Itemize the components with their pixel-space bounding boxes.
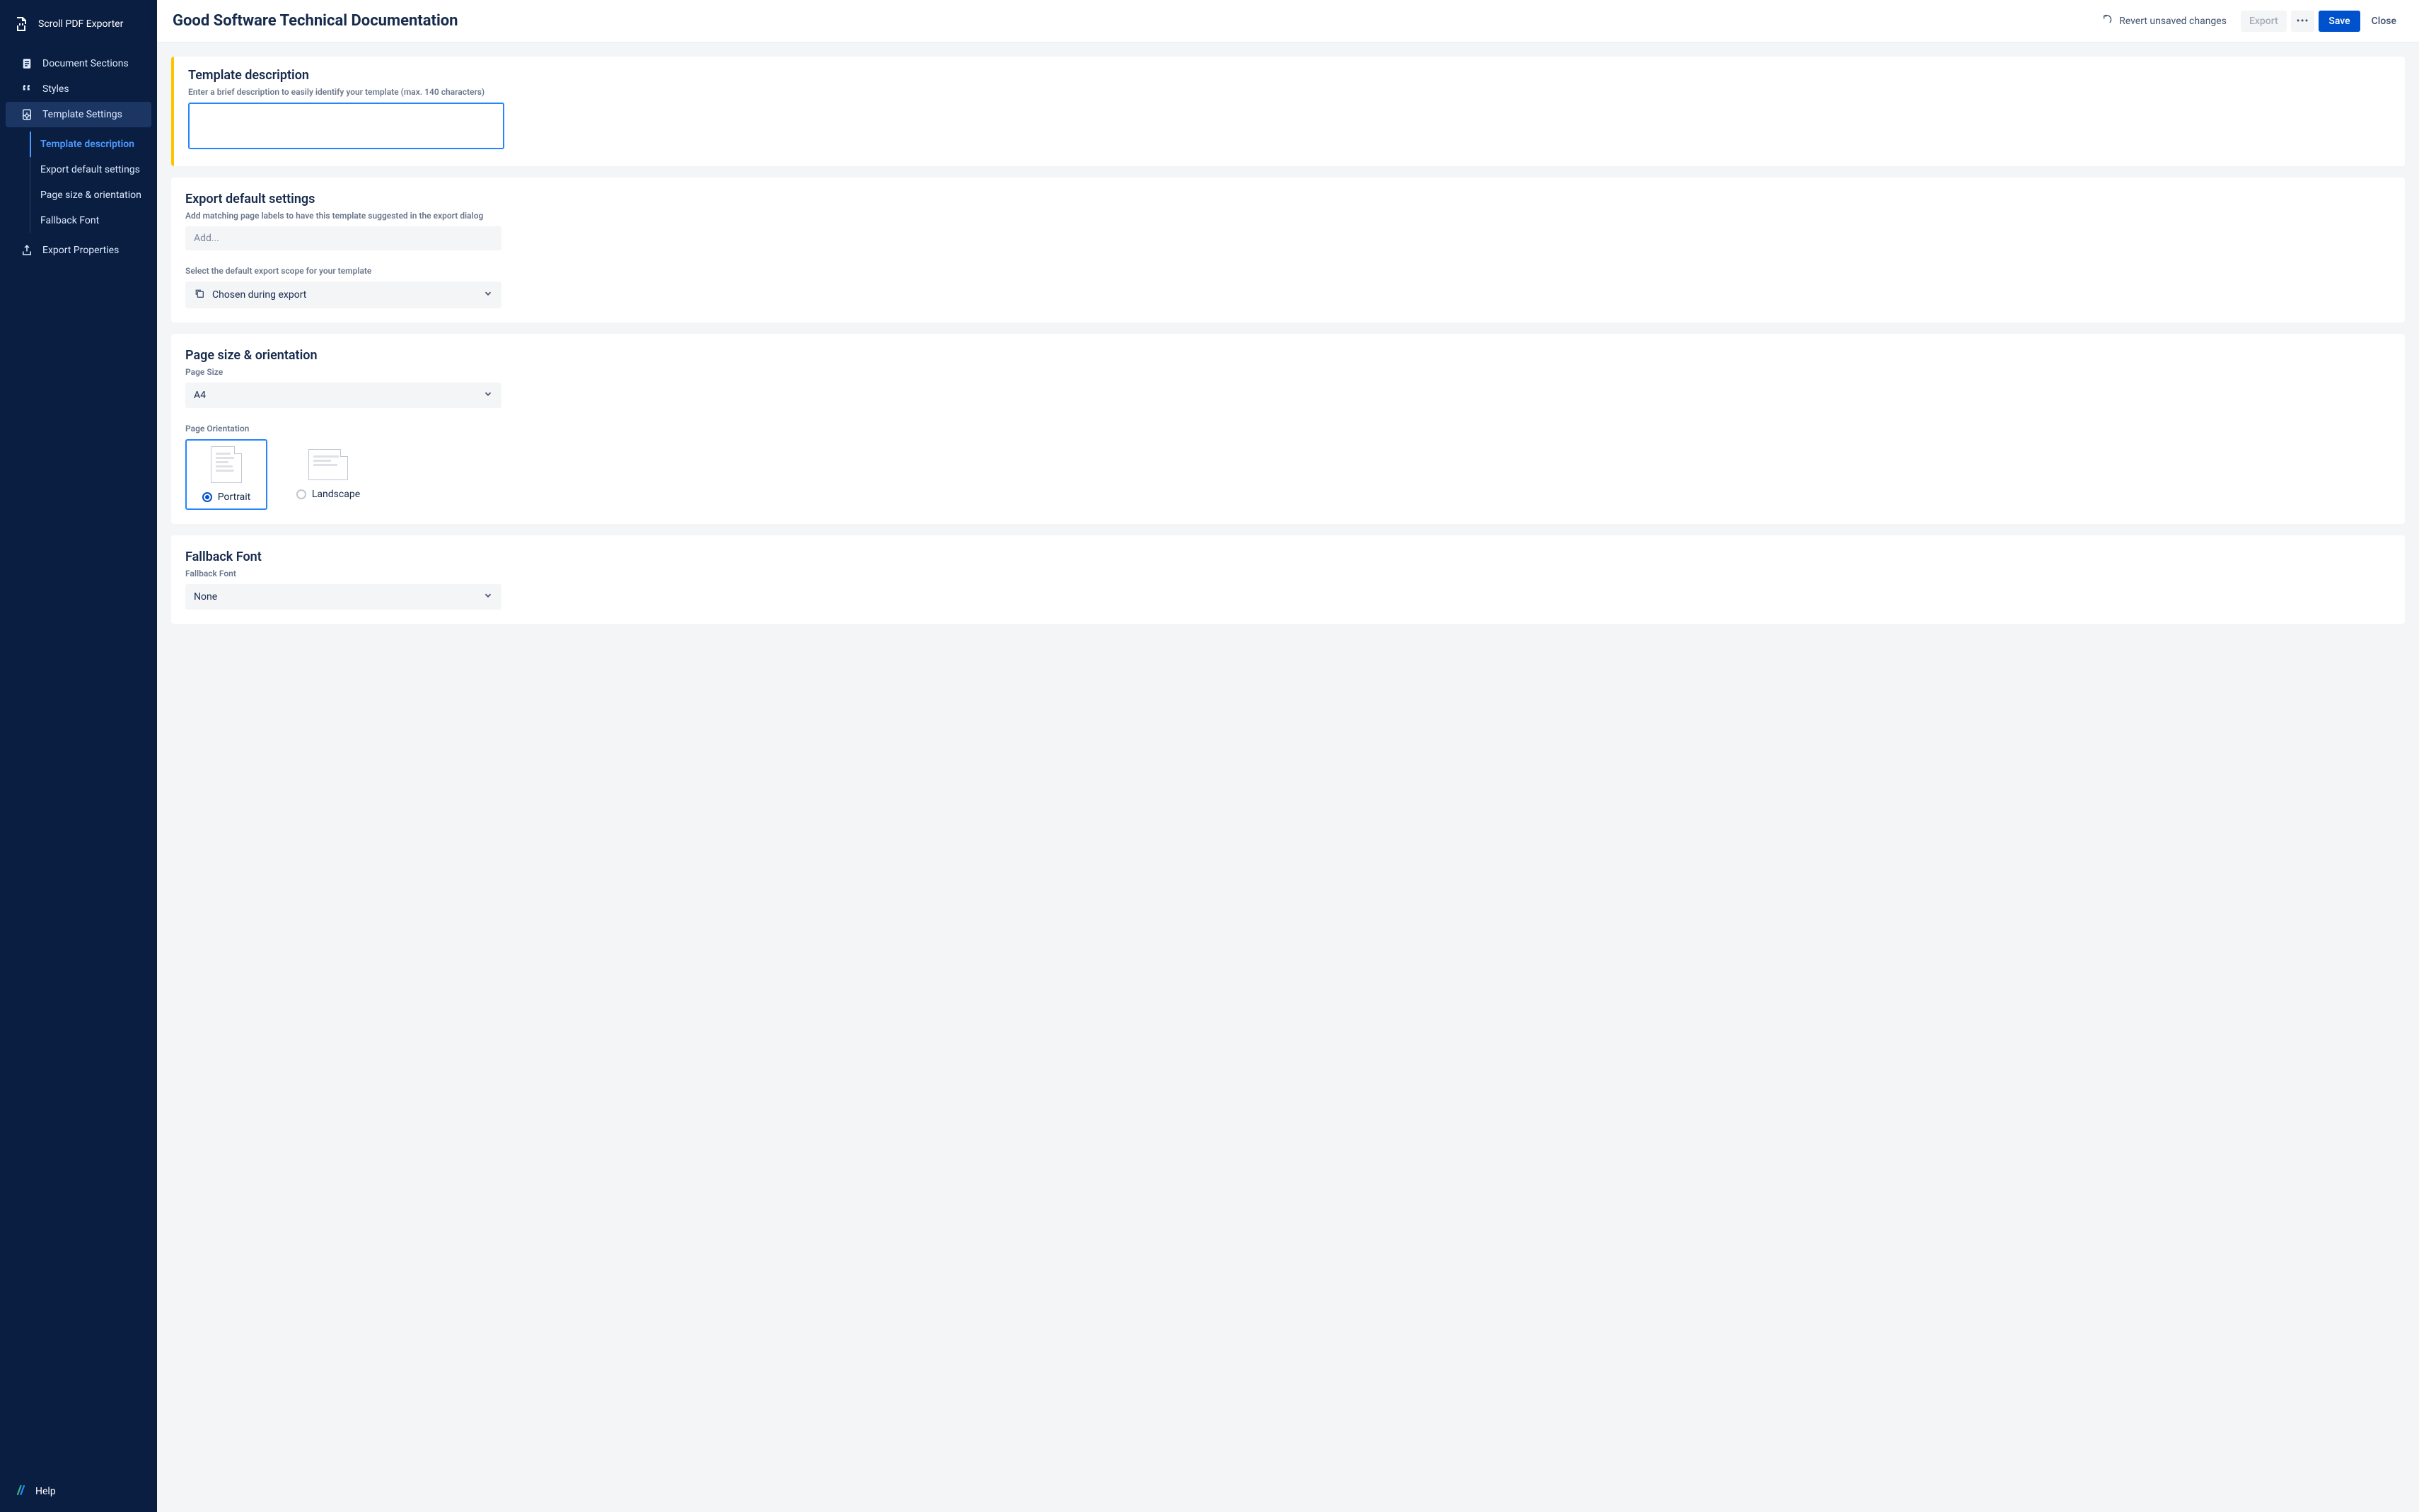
sidebar-nav: Document Sections Styles Template Settin… <box>0 45 157 1471</box>
export-defaults-panel: Export default settings Add matching pag… <box>171 178 2405 322</box>
header: Good Software Technical Documentation Re… <box>157 0 2419 42</box>
template-description-input[interactable] <box>188 103 504 149</box>
subnav-export-default-settings[interactable]: Export default settings <box>30 157 157 182</box>
template-description-hint: Enter a brief description to easily iden… <box>188 87 2391 97</box>
help-icon <box>16 1484 28 1499</box>
subnav-page-size-orientation[interactable]: Page size & orientation <box>30 182 157 208</box>
subnav-template-description[interactable]: Template description <box>30 132 157 157</box>
fallback-font-label: Fallback Font <box>185 569 2391 578</box>
sidebar-item-document-sections[interactable]: Document Sections <box>0 51 157 76</box>
page-size-value: A4 <box>194 390 206 401</box>
revert-button[interactable]: Revert unsaved changes <box>2102 14 2227 28</box>
sidebar: Scroll PDF Exporter Document Sections St… <box>0 0 157 1512</box>
labels-input[interactable]: Add... <box>185 226 501 250</box>
sidebar-header: Scroll PDF Exporter <box>0 0 157 45</box>
fallback-font-panel: Fallback Font Fallback Font None <box>171 535 2405 624</box>
portrait-card: Portrait <box>185 439 267 510</box>
sidebar-item-label: Template Settings <box>42 109 122 120</box>
scope-hint: Select the default export scope for your… <box>185 266 2391 276</box>
settings-doc-icon <box>20 107 34 122</box>
sidebar-item-label: Export Properties <box>42 245 119 256</box>
sidebar-item-label: Document Sections <box>42 58 129 69</box>
sidebar-item-styles[interactable]: Styles <box>0 76 157 102</box>
more-button[interactable]: ••• <box>2291 11 2315 32</box>
orientation-label: Page Orientation <box>185 424 2391 434</box>
radio-icon <box>296 489 306 499</box>
chevron-down-icon <box>483 289 493 301</box>
save-button[interactable]: Save <box>2319 11 2360 32</box>
sidebar-item-export-properties[interactable]: Export Properties <box>0 238 157 263</box>
sidebar-subnav: Template description Export default sett… <box>30 132 157 233</box>
app-logo-icon <box>13 16 30 33</box>
quote-icon <box>20 82 34 96</box>
fallback-font-value: None <box>194 591 217 603</box>
undo-icon <box>2102 14 2113 28</box>
labels-hint: Add matching page labels to have this te… <box>185 211 2391 221</box>
sidebar-item-template-settings[interactable]: Template Settings <box>6 102 151 127</box>
help-label: Help <box>35 1486 56 1497</box>
fallback-font-select[interactable]: None <box>185 584 501 610</box>
export-button[interactable]: Export <box>2241 11 2287 32</box>
document-icon <box>20 57 34 71</box>
page-title: Good Software Technical Documentation <box>173 12 458 30</box>
app-title: Scroll PDF Exporter <box>38 18 123 30</box>
export-icon <box>20 243 34 257</box>
fallback-font-title: Fallback Font <box>185 549 2391 564</box>
radio-icon <box>202 492 212 502</box>
template-description-title: Template description <box>188 68 2391 83</box>
landscape-label: Landscape <box>312 489 360 500</box>
orientation-portrait-option[interactable]: Portrait <box>185 439 267 510</box>
chevron-down-icon <box>483 591 493 603</box>
template-description-panel: Template description Enter a brief descr… <box>171 57 2405 166</box>
landscape-preview-icon <box>308 449 348 480</box>
help-link[interactable]: Help <box>0 1471 157 1512</box>
page-size-panel: Page size & orientation Page Size A4 Pag… <box>171 334 2405 524</box>
sidebar-item-label: Styles <box>42 83 69 95</box>
subnav-fallback-font[interactable]: Fallback Font <box>30 208 157 233</box>
page-size-label: Page Size <box>185 367 2391 377</box>
chevron-down-icon <box>483 389 493 402</box>
revert-label: Revert unsaved changes <box>2119 16 2227 27</box>
header-actions: Revert unsaved changes Export ••• Save C… <box>2102 11 2403 32</box>
landscape-card: Landscape <box>287 439 369 510</box>
orientation-landscape-option[interactable]: Landscape <box>287 439 369 510</box>
portrait-preview-icon <box>211 446 242 483</box>
page-size-title: Page size & orientation <box>185 348 2391 363</box>
page-size-select[interactable]: A4 <box>185 383 501 408</box>
close-button[interactable]: Close <box>2365 11 2403 32</box>
orientation-options: Portrait Landscape <box>185 439 2391 510</box>
export-defaults-title: Export default settings <box>185 192 2391 207</box>
portrait-label: Portrait <box>218 492 250 503</box>
content-area: Template description Enter a brief descr… <box>157 42 2419 1512</box>
copy-icon <box>194 288 205 302</box>
scope-select[interactable]: Chosen during export <box>185 281 501 308</box>
scope-value: Chosen during export <box>212 289 306 301</box>
